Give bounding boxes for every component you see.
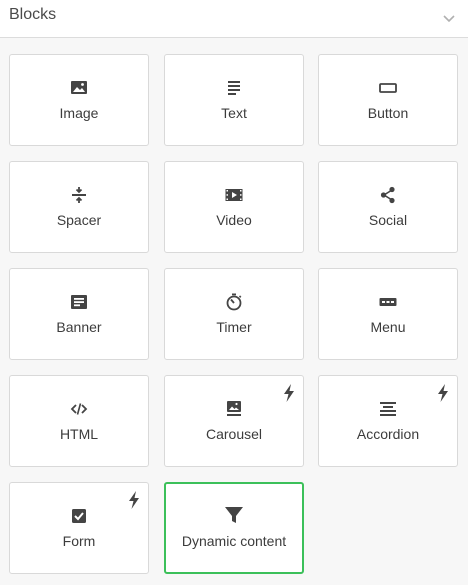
block-menu[interactable]: Menu (318, 268, 458, 360)
bolt-icon (129, 491, 139, 509)
bolt-icon (438, 384, 448, 402)
block-label: Timer (216, 319, 252, 335)
block-spacer[interactable]: Spacer (9, 161, 149, 253)
block-label: Banner (56, 319, 102, 335)
block-label: Video (216, 212, 252, 228)
image-icon (71, 81, 87, 94)
block-image[interactable]: Image (9, 54, 149, 146)
block-label: HTML (59, 426, 99, 442)
block-label: Menu (370, 319, 406, 335)
block-text[interactable]: Text (164, 54, 304, 146)
banner-icon (71, 295, 87, 309)
block-label: Dynamic content (181, 533, 287, 549)
code-icon (70, 403, 88, 415)
share-icon (380, 186, 395, 204)
block-label: Spacer (56, 212, 102, 228)
filter-icon (225, 507, 243, 523)
panel-header[interactable]: Blocks (0, 0, 468, 38)
block-label: Carousel (205, 426, 263, 442)
video-icon (225, 189, 243, 201)
block-button[interactable]: Button (318, 54, 458, 146)
block-label: Image (59, 105, 99, 121)
chevron-down-icon[interactable] (442, 11, 456, 25)
panel-title: Blocks (9, 6, 57, 23)
block-label: Accordion (356, 426, 420, 442)
carousel-icon (227, 401, 241, 416)
block-dynamic-content[interactable]: Dynamic content (164, 482, 304, 574)
button-icon (379, 83, 397, 93)
block-form[interactable]: Form (9, 482, 149, 574)
block-label: Text (221, 105, 247, 121)
text-icon (228, 81, 240, 95)
block-banner[interactable]: Banner (9, 268, 149, 360)
block-carousel[interactable]: Carousel (164, 375, 304, 467)
spacer-icon (72, 187, 86, 203)
block-social[interactable]: Social (318, 161, 458, 253)
block-video[interactable]: Video (164, 161, 304, 253)
menu-icon (379, 298, 397, 306)
accordion-icon (380, 402, 396, 416)
block-label: Social (368, 212, 408, 228)
block-timer[interactable]: Timer (164, 268, 304, 360)
block-html[interactable]: HTML (9, 375, 149, 467)
block-accordion[interactable]: Accordion (318, 375, 458, 467)
timer-icon (226, 293, 242, 311)
block-label: Button (367, 105, 409, 121)
block-label: Form (62, 533, 96, 549)
bolt-icon (284, 384, 294, 402)
checkbox-icon (72, 509, 86, 523)
